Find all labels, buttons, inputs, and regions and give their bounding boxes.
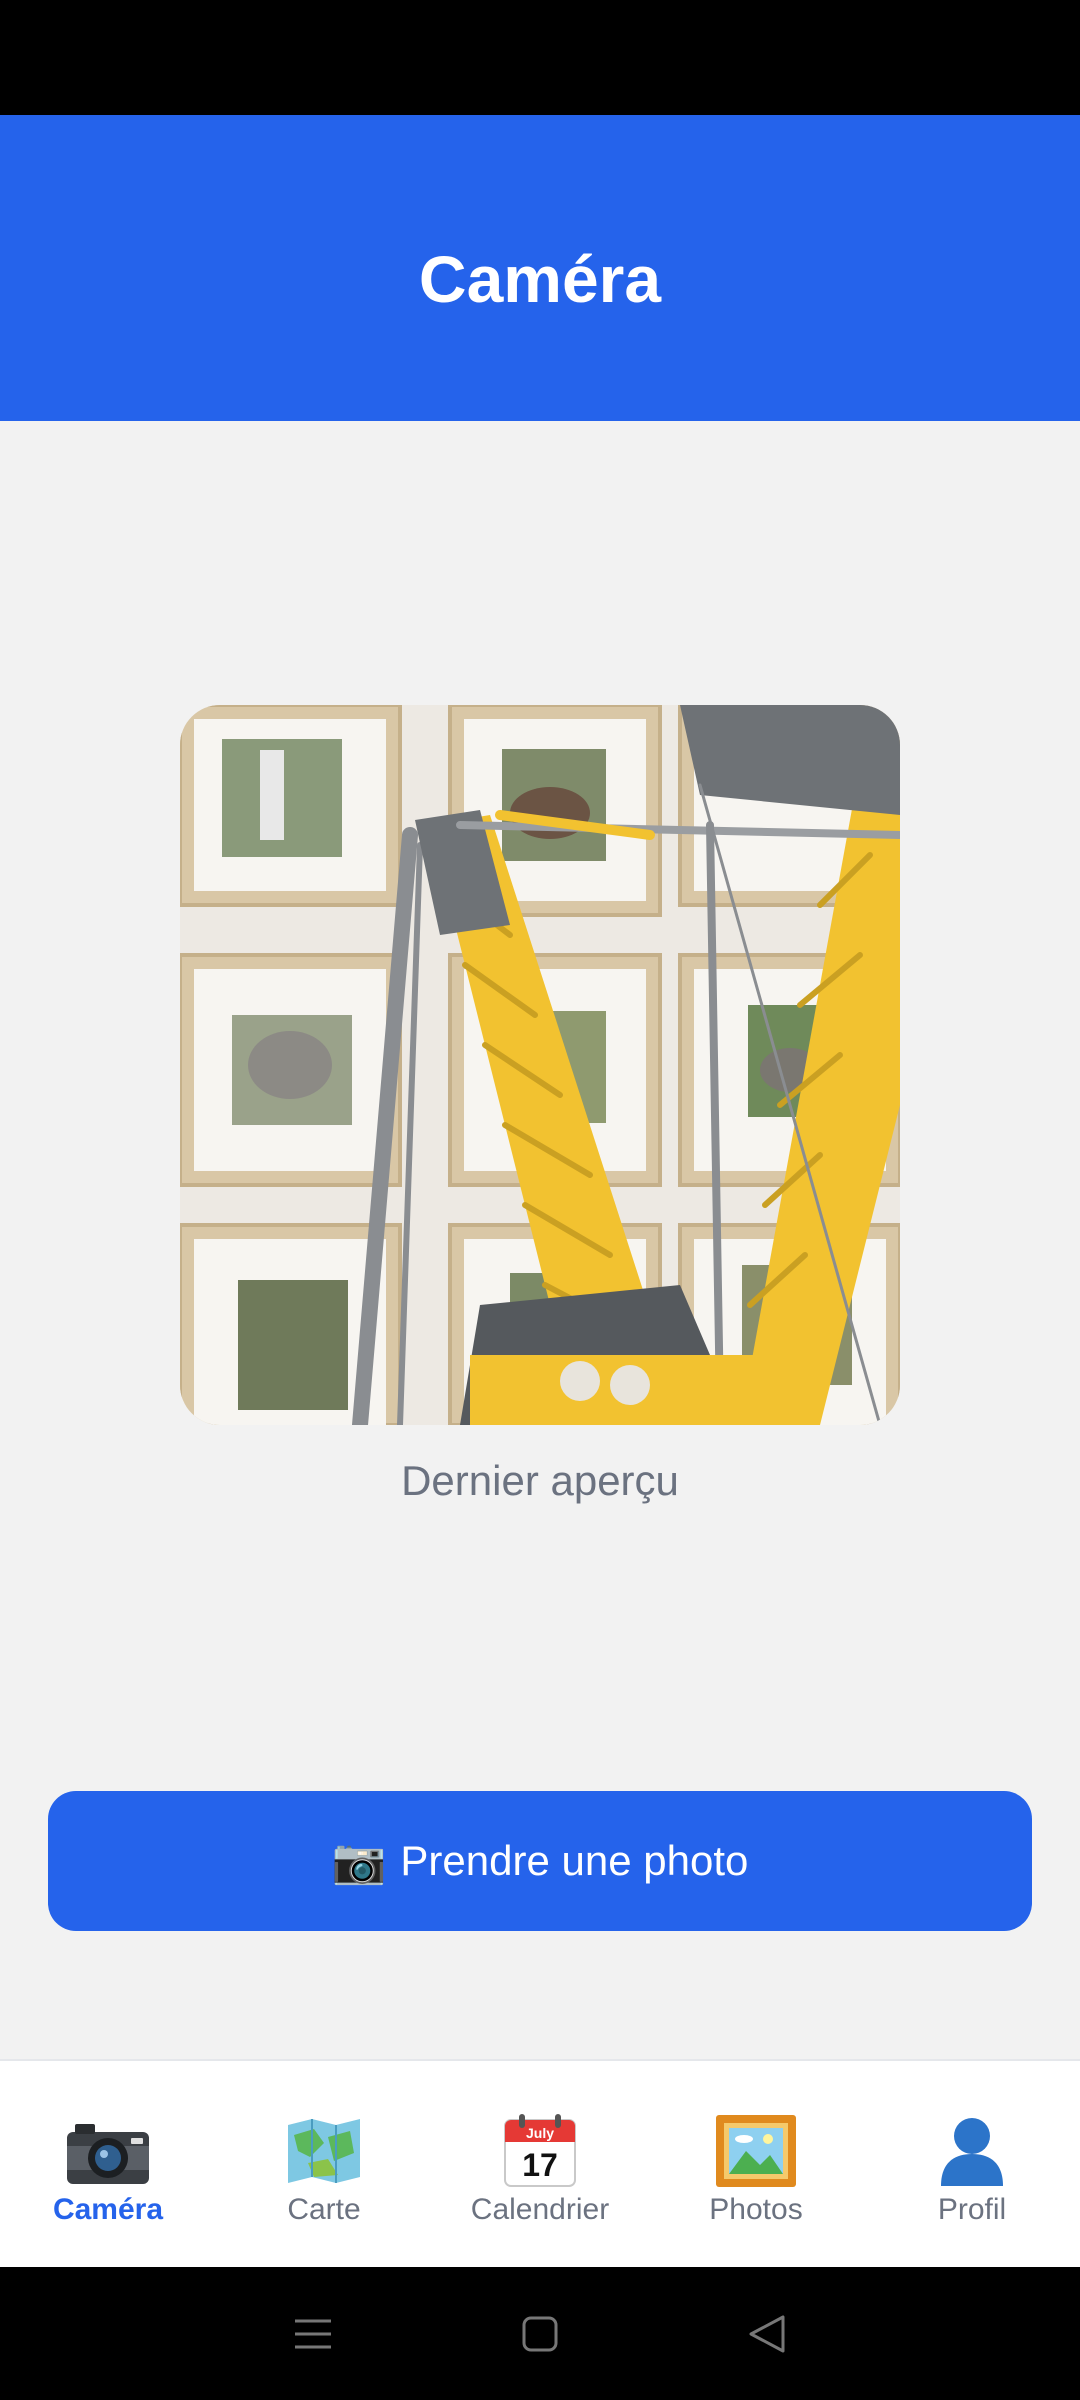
calendar-icon: July 17	[497, 2113, 583, 2189]
framed-picture-icon	[713, 2113, 799, 2189]
crane-photo	[180, 705, 900, 1425]
status-bar	[0, 0, 1080, 115]
profile-icon	[929, 2113, 1015, 2189]
tab-calendar[interactable]: July 17 Calendrier	[432, 2061, 648, 2267]
main-content: Dernier aperçu 📷 Prendre une photo	[0, 421, 1080, 2059]
tab-map[interactable]: Carte	[216, 2061, 432, 2267]
app-header: Caméra	[0, 115, 1080, 421]
map-icon	[281, 2113, 367, 2189]
last-preview-image[interactable]	[180, 705, 900, 1425]
menu-icon[interactable]	[283, 2304, 343, 2364]
camera-icon: 📷	[331, 1837, 387, 1886]
page-title: Caméra	[418, 242, 662, 316]
preview-caption: Dernier aperçu	[401, 1457, 679, 1504]
calendar-month: July	[526, 2125, 554, 2141]
camera-icon	[65, 2113, 151, 2189]
tab-camera[interactable]: Caméra	[0, 2061, 216, 2267]
tab-photos[interactable]: Photos	[648, 2061, 864, 2267]
tab-label: Calendrier	[470, 2193, 610, 2226]
back-icon[interactable]	[737, 2304, 797, 2364]
tab-profile[interactable]: Profil	[864, 2061, 1080, 2267]
tab-label: Carte	[287, 2193, 361, 2226]
home-icon[interactable]	[510, 2304, 570, 2364]
bottom-tab-bar: Caméra Carte July 17 Calendrier Photos P…	[0, 2059, 1080, 2267]
tab-label: Caméra	[52, 2193, 164, 2226]
take-photo-label: Prendre une photo	[400, 1837, 749, 1884]
calendar-day: 17	[522, 2147, 558, 2183]
take-photo-button[interactable]: 📷 Prendre une photo	[48, 1791, 1032, 1931]
tab-label: Profil	[937, 2193, 1007, 2226]
tab-label: Photos	[709, 2193, 803, 2226]
system-navigation-bar	[0, 2267, 1080, 2400]
